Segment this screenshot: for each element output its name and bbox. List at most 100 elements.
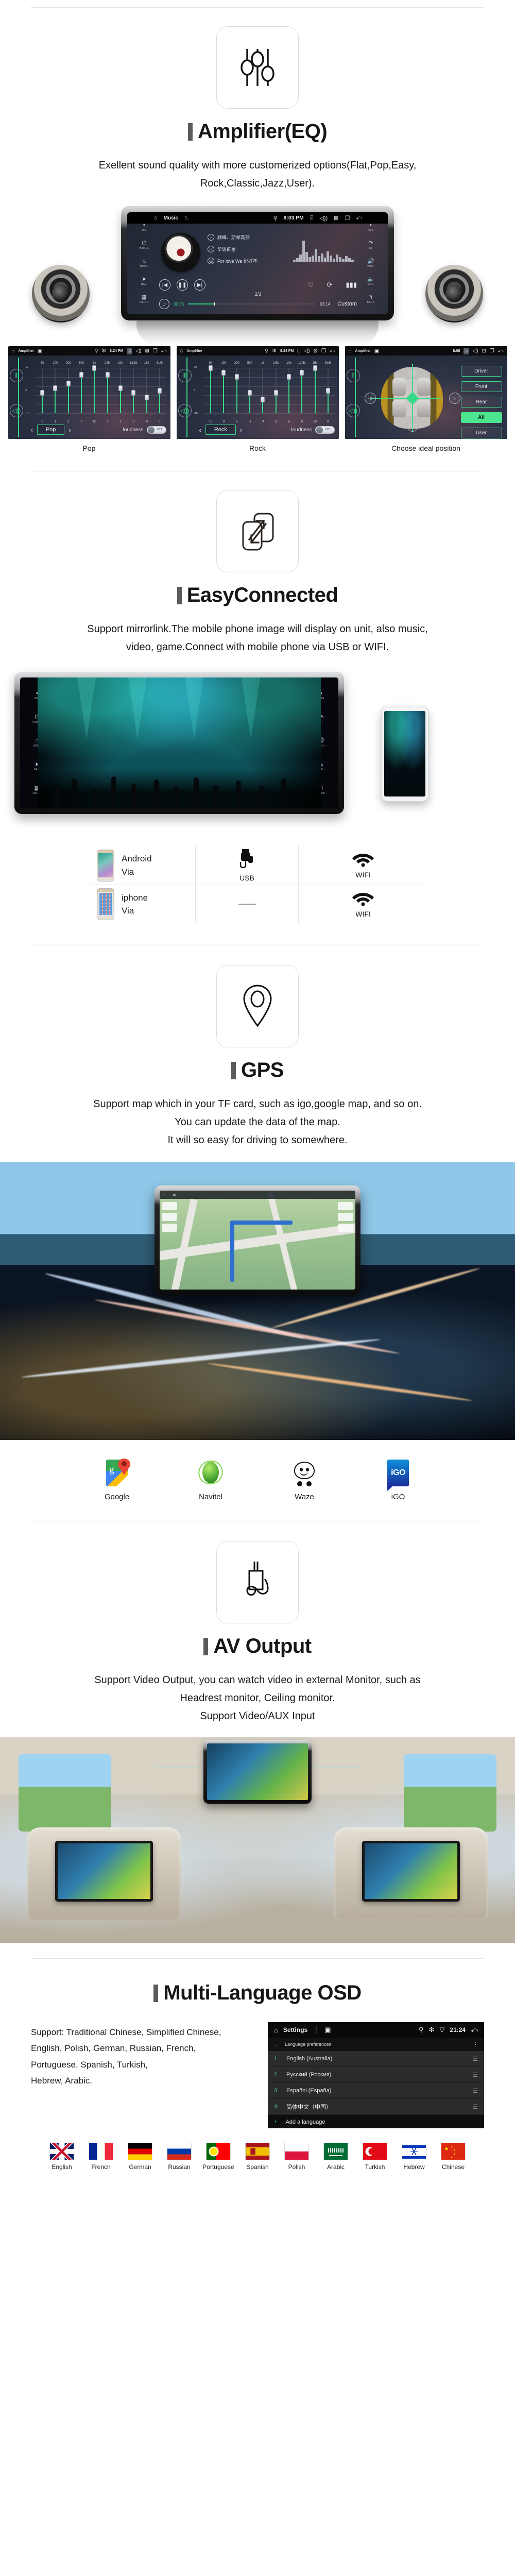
eq-preset-label[interactable]: Custom [337,301,357,307]
screenshot-icon[interactable]: ⌹ [297,348,300,354]
eq-slider[interactable] [308,365,321,413]
screenshot-icon[interactable]: ⌹ [310,215,314,222]
back-arrow-icon[interactable]: ⤺ [498,348,504,354]
equalizer-mode-icon[interactable]: ⦀ [346,369,360,382]
overflow-menu-icon[interactable]: ⋮ [473,2042,478,2047]
language-list-item[interactable]: 2 Русский (Россия) ☰ [268,2067,484,2083]
eq-slider[interactable] [204,365,217,413]
language-list-item[interactable]: 3 Español (España) ☰ [268,2083,484,2099]
prev-preset-arrow[interactable]: ‹ [31,426,33,434]
back-arrow-icon[interactable]: ⤺ [161,348,167,354]
position-up-button[interactable]: △ [406,367,418,378]
navi-button[interactable]: ➤ NAVI [141,276,148,286]
equalizer-mode-icon[interactable]: ⦀ [178,369,192,382]
next-track-button[interactable]: ▶| [194,279,205,291]
speaker-mode-icon[interactable]: ◁)) [178,404,192,417]
language-list-item[interactable]: 1 English (Australia) ☰ [268,2051,484,2067]
prev-preset-arrow[interactable]: ‹ [199,426,201,434]
back-icon[interactable]: ← [274,2042,279,2047]
volume-up-button[interactable]: 🔊 VOL+ [367,258,374,268]
map-app-item[interactable]: Navitel [186,1454,235,1501]
map-app-item[interactable]: Waze [280,1454,329,1501]
back-arrow-icon[interactable]: ⤺ [330,348,335,354]
rock-preset-name[interactable]: Rock [205,425,236,435]
radio-button[interactable]: ▦ RADIO [140,294,148,304]
map-left-controls[interactable] [162,1202,177,1232]
back-button[interactable]: ↰ BACK [367,294,375,304]
home-icon[interactable]: ⌂ [274,2026,278,2034]
loudness-toggle[interactable]: OFF [146,426,166,434]
pop-eq-sliders[interactable] [36,365,166,413]
position-button-driver[interactable]: Driver [460,366,502,377]
position-button-user[interactable]: User [460,428,502,438]
progress-bar[interactable] [188,302,316,306]
next-preset-arrow[interactable]: › [240,426,242,434]
eq-slider[interactable] [49,368,62,413]
back-arrow-icon[interactable]: ⤺ [471,2026,478,2034]
screenshot-icon[interactable]: ⌹ [127,347,132,354]
pop-loudness-control[interactable]: loudness OFF [123,426,166,434]
close-icon[interactable]: ⊠ [313,348,317,354]
map-app-item[interactable]: iGO iGO [373,1454,423,1501]
home-icon[interactable]: ⌂ [163,1193,165,1196]
volume-icon[interactable]: ◁) [472,348,478,354]
overflow-menu-icon[interactable]: ⋮ [313,2026,319,2034]
playlist-icon[interactable]: ♫ [159,299,169,309]
eq-slider[interactable] [127,368,140,413]
equalizer-icon[interactable]: ▮▮▮ [346,281,357,289]
rock-loudness-control[interactable]: loudness OFF [291,426,335,434]
language-list[interactable]: 1 English (Australia) ☰ 2 Русский (Россия) ☰ 3… [268,2051,484,2115]
close-icon[interactable]: ⊠ [145,348,149,354]
position-down-button[interactable]: ▽ [406,420,418,432]
speaker-mode-icon[interactable]: ◁)) [9,404,23,417]
home-icon[interactable]: ⌂ [180,348,183,354]
drag-handle-icon[interactable]: ☰ [473,2088,478,2094]
next-preset-arrow[interactable]: › [68,426,71,434]
home-icon[interactable]: ⌂ [12,348,15,354]
previous-track-button[interactable]: |◀ [159,279,170,291]
drag-handle-icon[interactable]: ☰ [473,2104,478,2110]
eq-slider[interactable] [36,368,49,413]
volume-icon[interactable]: ◁) [135,348,141,354]
eq-slider[interactable] [88,365,101,413]
language-list-item[interactable]: 4 简体中文（中国） ☰ [268,2099,484,2115]
unit-side-buttons-left[interactable]: • MIC ⏻ POWER ⌂ HOME ➤ NAVI ▦ RADIO [133,218,155,308]
recents-icon[interactable]: ❐ [345,215,350,222]
eq-slider[interactable] [269,368,282,413]
rock-eq-sliders[interactable] [204,365,335,413]
position-button-all[interactable]: All [460,412,502,423]
eq-slider[interactable] [140,368,153,413]
eq-slider[interactable] [62,368,75,413]
volume-icon[interactable]: ◁)) [319,215,328,222]
map-right-controls[interactable] [338,1202,353,1232]
position-left-button[interactable]: ◁ [364,393,376,404]
drag-handle-icon[interactable]: ☰ [473,2072,478,2078]
res-button[interactable]: • RES [368,223,373,232]
eq-slider[interactable] [296,368,308,413]
position-button-rear[interactable]: Rear [460,397,502,408]
favorite-heart-icon[interactable]: ♡ [307,281,314,289]
eq-slider[interactable] [256,368,269,413]
eq-slider[interactable] [321,368,334,413]
add-language-row[interactable]: + Add a language [268,2115,484,2128]
map-app-item[interactable]: g Google [92,1454,142,1501]
eq-slider[interactable] [243,368,256,413]
position-button-front[interactable]: Front [460,381,502,392]
playback-controls[interactable]: |◀ ❚❚ ▶| ♡ ⟳ ▮▮▮ [159,279,357,291]
power-button[interactable]: ⏻ POWER [139,241,149,250]
bt-button[interactable]: ↷ BT [368,241,373,250]
pop-preset-name[interactable]: Pop [37,425,65,435]
volume-icon[interactable]: ◁) [304,348,310,354]
eq-slider[interactable] [101,368,114,413]
equalizer-mode-icon[interactable]: ⦀ [9,369,23,382]
drag-handle-icon[interactable]: ☰ [473,2056,478,2062]
recents-icon[interactable]: ❐ [153,348,158,354]
repeat-icon[interactable]: ⟳ [327,281,333,289]
close-icon[interactable]: ⊠ [334,215,338,222]
recents-icon[interactable]: ❐ [490,348,494,354]
eq-slider[interactable] [217,368,230,413]
screenshot-icon[interactable]: ⌹ [464,347,469,354]
eq-slider[interactable] [75,368,88,413]
close-icon[interactable]: ⊡ [482,348,486,354]
unit-side-buttons-right[interactable]: • RES ↷ BT 🔊 VOL+ 🔈 VOL- ↰ BACK [360,218,382,308]
